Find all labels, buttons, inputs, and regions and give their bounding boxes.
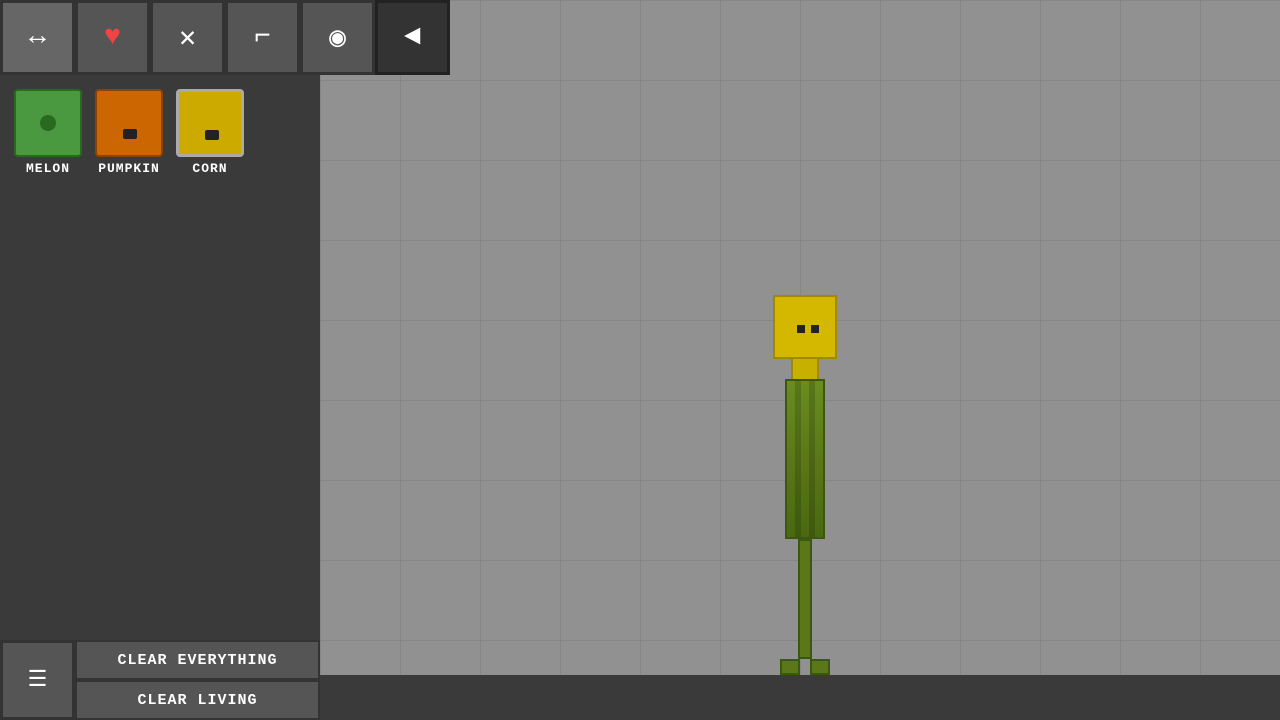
items-grid: MELON PUMPKIN CORN xyxy=(0,75,320,190)
action-buttons: CLEAR EVERYTHING CLEAR LIVING xyxy=(75,640,320,720)
corn-stem xyxy=(798,539,812,659)
pumpkin-icon xyxy=(95,89,163,157)
item-pumpkin[interactable]: PUMPKIN xyxy=(91,85,167,180)
arrow-button[interactable]: ◄ xyxy=(375,0,450,75)
corn-label: CORN xyxy=(192,161,227,176)
corn-character xyxy=(770,295,840,675)
left-panel: LIVING MELON PUMPKIN CORN ☰ xyxy=(0,0,320,720)
corn-feet xyxy=(780,659,830,675)
sword-icon: ✕ xyxy=(179,20,196,55)
corn-neck xyxy=(791,359,819,379)
back-button[interactable]: ↔ xyxy=(0,0,75,75)
game-area[interactable] xyxy=(320,0,1280,720)
corn-foot-left xyxy=(780,659,800,675)
sword-button[interactable]: ✕ xyxy=(150,0,225,75)
shield-button[interactable]: ◉ xyxy=(300,0,375,75)
gun-button[interactable]: ⌐ xyxy=(225,0,300,75)
main-container: LIVING MELON PUMPKIN CORN ☰ xyxy=(0,0,1280,720)
gun-icon: ⌐ xyxy=(254,22,271,53)
health-button[interactable]: ♥ xyxy=(75,0,150,75)
toolbar: ↔ ♥ ✕ ⌐ ◉ ◄ xyxy=(0,0,450,75)
health-icon: ♥ xyxy=(104,22,121,53)
corn-head xyxy=(773,295,837,359)
ground xyxy=(320,675,1280,720)
bottom-buttons: ☰ CLEAR EVERYTHING CLEAR LIVING xyxy=(0,640,320,720)
corn-body xyxy=(785,379,825,539)
back-icon: ↔ xyxy=(29,22,46,53)
clear-living-button[interactable]: CLEAR LIVING xyxy=(75,680,320,720)
menu-button[interactable]: ☰ xyxy=(0,640,75,720)
shield-icon: ◉ xyxy=(329,20,346,55)
corn-foot-right xyxy=(810,659,830,675)
pumpkin-label: PUMPKIN xyxy=(98,161,160,176)
item-corn[interactable]: CORN xyxy=(172,85,248,180)
item-melon[interactable]: MELON xyxy=(10,85,86,180)
corn-icon xyxy=(176,89,244,157)
melon-icon xyxy=(14,89,82,157)
arrow-icon: ◄ xyxy=(404,22,421,53)
menu-icon: ☰ xyxy=(28,667,48,693)
melon-label: MELON xyxy=(26,161,70,176)
clear-everything-button[interactable]: CLEAR EVERYTHING xyxy=(75,640,320,680)
